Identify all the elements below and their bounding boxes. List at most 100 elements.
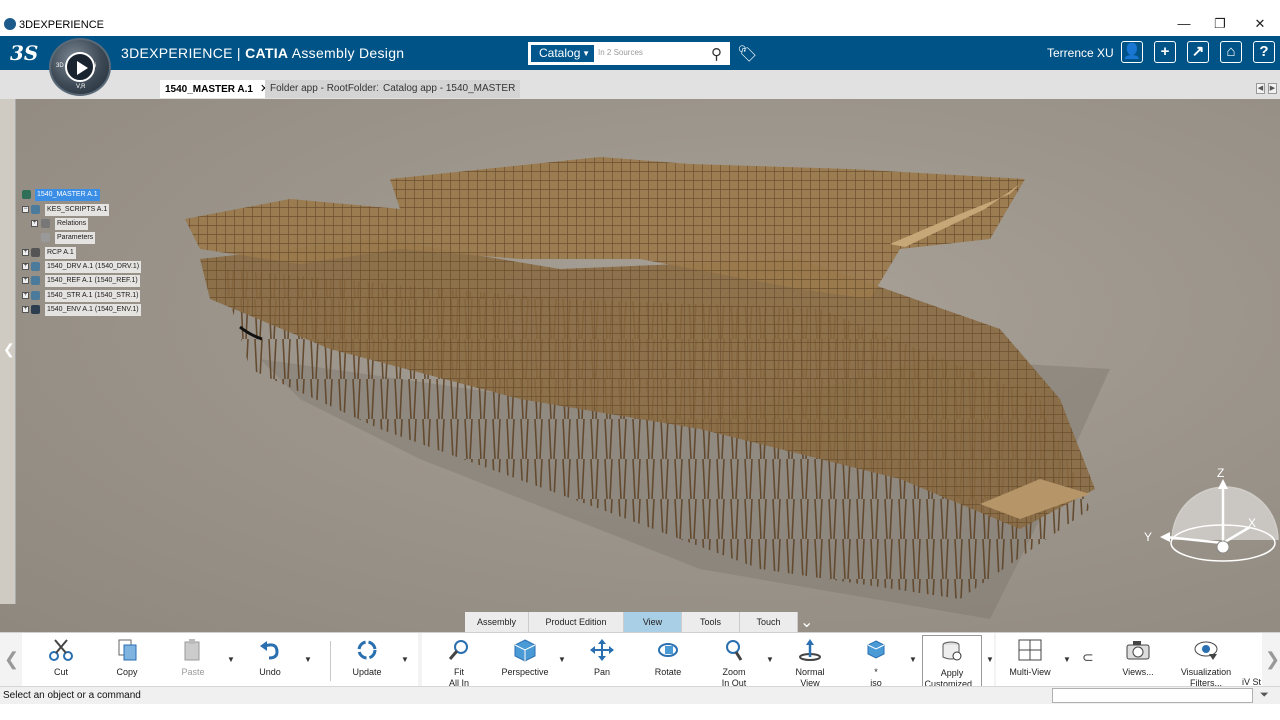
- user-profile-icon[interactable]: 👤: [1121, 41, 1143, 63]
- undo-label: Undo: [259, 667, 281, 677]
- normal-line1: Normal: [795, 667, 825, 677]
- zoom-dropdown-icon[interactable]: ▼: [766, 655, 774, 664]
- compass-dome: [1171, 486, 1279, 541]
- tag-icon[interactable]: 🏷: [737, 44, 757, 64]
- parameters-icon: [41, 233, 50, 242]
- play-icon[interactable]: [65, 52, 95, 82]
- zoom-in-out-button[interactable]: Zoom In Out: [704, 635, 764, 688]
- tab-folder-app[interactable]: Folder app - RootFolder1: [265, 80, 387, 98]
- iso-dropdown-icon[interactable]: ▼: [909, 655, 917, 664]
- search-input[interactable]: In 2 Sources: [598, 48, 643, 57]
- product-icon: [31, 248, 40, 257]
- iso-cube-icon: [867, 640, 885, 659]
- tree-node-label[interactable]: Parameters: [55, 232, 96, 244]
- zoom-icon: [726, 640, 743, 661]
- tree-node-label[interactable]: 1540_STR A.1 (1540_STR.1): [45, 290, 141, 302]
- rotate-button[interactable]: Rotate: [638, 635, 698, 687]
- maximize-button[interactable]: ❐: [1212, 16, 1228, 32]
- display-scroll-left-icon[interactable]: ⊂: [1082, 649, 1094, 666]
- left-panel-handle[interactable]: ❮: [0, 99, 16, 604]
- product-icon: [22, 190, 31, 199]
- action-bar: ❮ Cut Copy Paste ▼ Undo ▼ Update ▼ Fit A…: [0, 632, 1280, 689]
- tab-assembly[interactable]: Assembly: [465, 612, 529, 632]
- perspective-dropdown-icon[interactable]: ▼: [558, 655, 566, 664]
- tree-node-label[interactable]: 1540_ENV A.1 (1540_ENV.1): [45, 304, 141, 316]
- multi-view-button[interactable]: Multi-View: [1000, 635, 1060, 687]
- compass-center[interactable]: [1216, 540, 1230, 554]
- expand-icon[interactable]: +: [22, 292, 29, 299]
- chevron-left-icon[interactable]: ❮: [3, 341, 15, 358]
- search-icon[interactable]: ⚲: [711, 45, 722, 63]
- bottom-margin: [0, 704, 1280, 720]
- copy-button[interactable]: Copy: [97, 635, 157, 687]
- tab-1540-master[interactable]: 1540_MASTER A.1✕: [160, 80, 275, 98]
- app-logo-icon: [4, 18, 16, 30]
- tree-node-label[interactable]: 1540_REF A.1 (1540_REF.1): [45, 275, 140, 287]
- scissors-icon: [49, 639, 73, 661]
- expand-icon[interactable]: +: [22, 277, 29, 284]
- tree-node-label[interactable]: 1540_DRV A.1 (1540_DRV.1): [45, 261, 142, 273]
- pan-button[interactable]: Pan: [572, 635, 632, 687]
- collapse-icon[interactable]: −: [22, 206, 29, 213]
- edit-section: Cut Copy Paste ▼ Undo ▼ Update ▼: [22, 633, 418, 687]
- search-scope-dropdown[interactable]: Catalog ▼: [531, 45, 594, 62]
- tree-node-label[interactable]: 1540_MASTER A.1: [35, 189, 100, 201]
- home-icon[interactable]: ⌂: [1220, 41, 1242, 63]
- tree-node-label[interactable]: Relations: [55, 218, 89, 230]
- paste-dropdown-icon[interactable]: ▼: [227, 655, 235, 664]
- update-label: Update: [352, 667, 382, 677]
- expand-icon[interactable]: +: [22, 306, 29, 313]
- tree-node-label[interactable]: RCP A.1: [45, 247, 76, 259]
- tree-node-label[interactable]: KES_SCRIPTS A.1: [45, 204, 110, 216]
- fit-all-in-button[interactable]: Fit All In: [429, 635, 489, 688]
- help-icon[interactable]: ?: [1253, 41, 1275, 63]
- y-arrow-icon: [1160, 532, 1170, 542]
- multi-view-dropdown-icon[interactable]: ▼: [1063, 655, 1071, 664]
- minimize-button[interactable]: —: [1176, 16, 1192, 32]
- tab-catalog-app[interactable]: Catalog app - 1540_MASTER: [378, 80, 521, 98]
- product-icon: [31, 205, 40, 214]
- z-arrow-icon: [1218, 479, 1228, 489]
- display-section: Multi-View ▼ ⊂ Views... Visualization Fil…: [996, 633, 1262, 688]
- toolbar-scroll-right-icon[interactable]: ❯: [1265, 649, 1280, 670]
- tab-view[interactable]: View: [624, 612, 682, 632]
- undo-button[interactable]: Undo: [240, 635, 300, 687]
- apply-customized-icon: [942, 641, 962, 661]
- share-icon[interactable]: ↗: [1187, 41, 1209, 63]
- axis-compass[interactable]: Z Y X: [1140, 465, 1280, 605]
- apply-dropdown-icon[interactable]: ▼: [986, 655, 994, 664]
- dassault-logo-icon: 3S: [10, 41, 39, 65]
- tab-product-edition[interactable]: Product Edition: [529, 612, 624, 632]
- command-input[interactable]: [1052, 688, 1253, 703]
- close-window-button[interactable]: ✕: [1252, 16, 1268, 32]
- add-icon[interactable]: +: [1154, 41, 1176, 63]
- tab-tools[interactable]: Tools: [682, 612, 740, 632]
- collapse-action-bar-icon[interactable]: ⌄: [800, 612, 813, 632]
- window-title: 3DEXPERIENCE: [19, 19, 104, 31]
- expand-icon[interactable]: +: [22, 249, 29, 256]
- paste-button[interactable]: Paste: [163, 635, 223, 687]
- fit-line1: Fit: [454, 667, 464, 677]
- iso-view-button[interactable]: * iso: [846, 635, 906, 688]
- apply-customized-button[interactable]: Apply Customized...: [922, 635, 982, 689]
- cut-button[interactable]: Cut: [31, 635, 91, 687]
- update-button[interactable]: Update: [337, 635, 397, 687]
- filter-icon[interactable]: ⏷: [1260, 689, 1269, 702]
- normal-view-button[interactable]: Normal View: [780, 635, 840, 688]
- views-button[interactable]: Views...: [1108, 635, 1168, 687]
- 3d-viewport[interactable]: ❮ 1540_MASTER A.1 − KES_SCRIPTS A.1 + Re…: [0, 99, 1280, 632]
- compass-bottom-label: V,R: [76, 84, 86, 90]
- tab-label: 1540_MASTER A.1: [165, 84, 253, 95]
- expand-icon[interactable]: +: [31, 220, 38, 227]
- undo-dropdown-icon[interactable]: ▼: [304, 655, 312, 664]
- toolbar-scroll-left-icon[interactable]: ❮: [4, 649, 19, 670]
- tab-touch[interactable]: Touch: [740, 612, 798, 632]
- update-dropdown-icon[interactable]: ▼: [401, 655, 409, 664]
- user-name[interactable]: Terrence XU: [1047, 46, 1114, 60]
- perspective-button[interactable]: Perspective: [495, 635, 555, 687]
- compass-widget[interactable]: 3D i V,R: [49, 38, 111, 96]
- tabs-scroll-right-icon[interactable]: ▶: [1268, 83, 1277, 94]
- visualization-filters-button[interactable]: Visualization Filters...: [1176, 635, 1236, 688]
- expand-icon[interactable]: +: [22, 263, 29, 270]
- tabs-scroll-left-icon[interactable]: ◀: [1256, 83, 1265, 94]
